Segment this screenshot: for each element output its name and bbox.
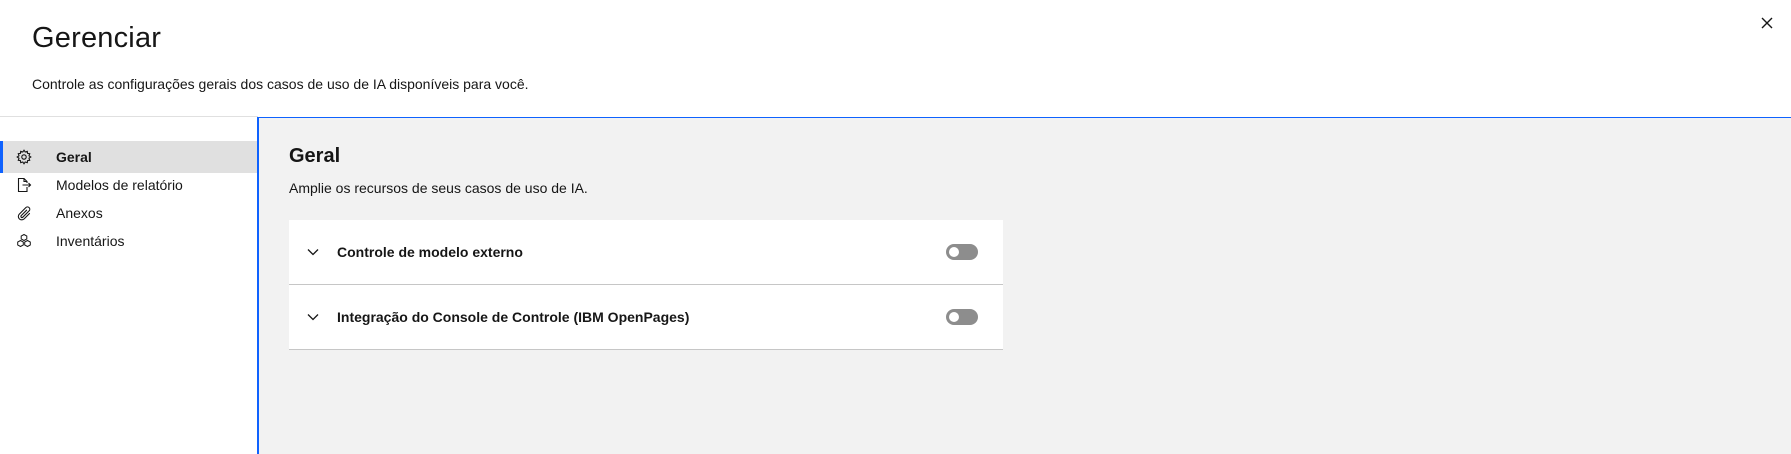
close-icon — [1760, 16, 1774, 35]
settings-panel: Geral Amplie os recursos de seus casos d… — [257, 117, 1791, 454]
panel-description: Amplie os recursos de seus casos de uso … — [289, 180, 588, 196]
document-export-icon — [16, 177, 32, 193]
sidebar-item-label: Modelos de relatório — [56, 177, 183, 193]
manage-modal: Gerenciar Controle as configurações gera… — [0, 0, 1791, 454]
openpages-integration-toggle[interactable] — [946, 309, 978, 325]
external-model-control-toggle[interactable] — [946, 244, 978, 260]
sidebar-item-label: Inventários — [56, 233, 125, 249]
chevron-down-icon[interactable] — [305, 244, 321, 260]
accordion-title[interactable]: Controle de modelo externo — [337, 244, 523, 260]
modal-header: Gerenciar Controle as configurações gera… — [0, 0, 1791, 117]
panel-title: Geral — [289, 145, 341, 167]
sidebar-item-label: Anexos — [56, 205, 103, 221]
toggle-knob — [949, 247, 959, 257]
modal-subtitle: Controle as configurações gerais dos cas… — [32, 76, 529, 92]
accordion-item-openpages-integration: Integração do Console de Controle (IBM O… — [289, 285, 1003, 350]
accordion-item-external-model-control: Controle de modelo externo — [289, 220, 1003, 285]
sidebar: Geral Modelos de relatório Anexos Invent… — [0, 117, 257, 454]
accordion-title[interactable]: Integração do Console de Controle (IBM O… — [337, 309, 689, 325]
settings-accordion: Controle de modelo externo Integração do… — [289, 220, 1003, 350]
close-button[interactable] — [1753, 11, 1781, 39]
sidebar-item-inventarios[interactable]: Inventários — [0, 225, 257, 257]
toggle-knob — [949, 312, 959, 322]
chevron-down-icon[interactable] — [305, 309, 321, 325]
settings-icon — [16, 149, 32, 165]
inventory-icon — [16, 233, 32, 249]
sidebar-item-label: Geral — [56, 149, 92, 165]
modal-title: Gerenciar — [32, 22, 162, 54]
attachment-icon — [16, 205, 32, 221]
